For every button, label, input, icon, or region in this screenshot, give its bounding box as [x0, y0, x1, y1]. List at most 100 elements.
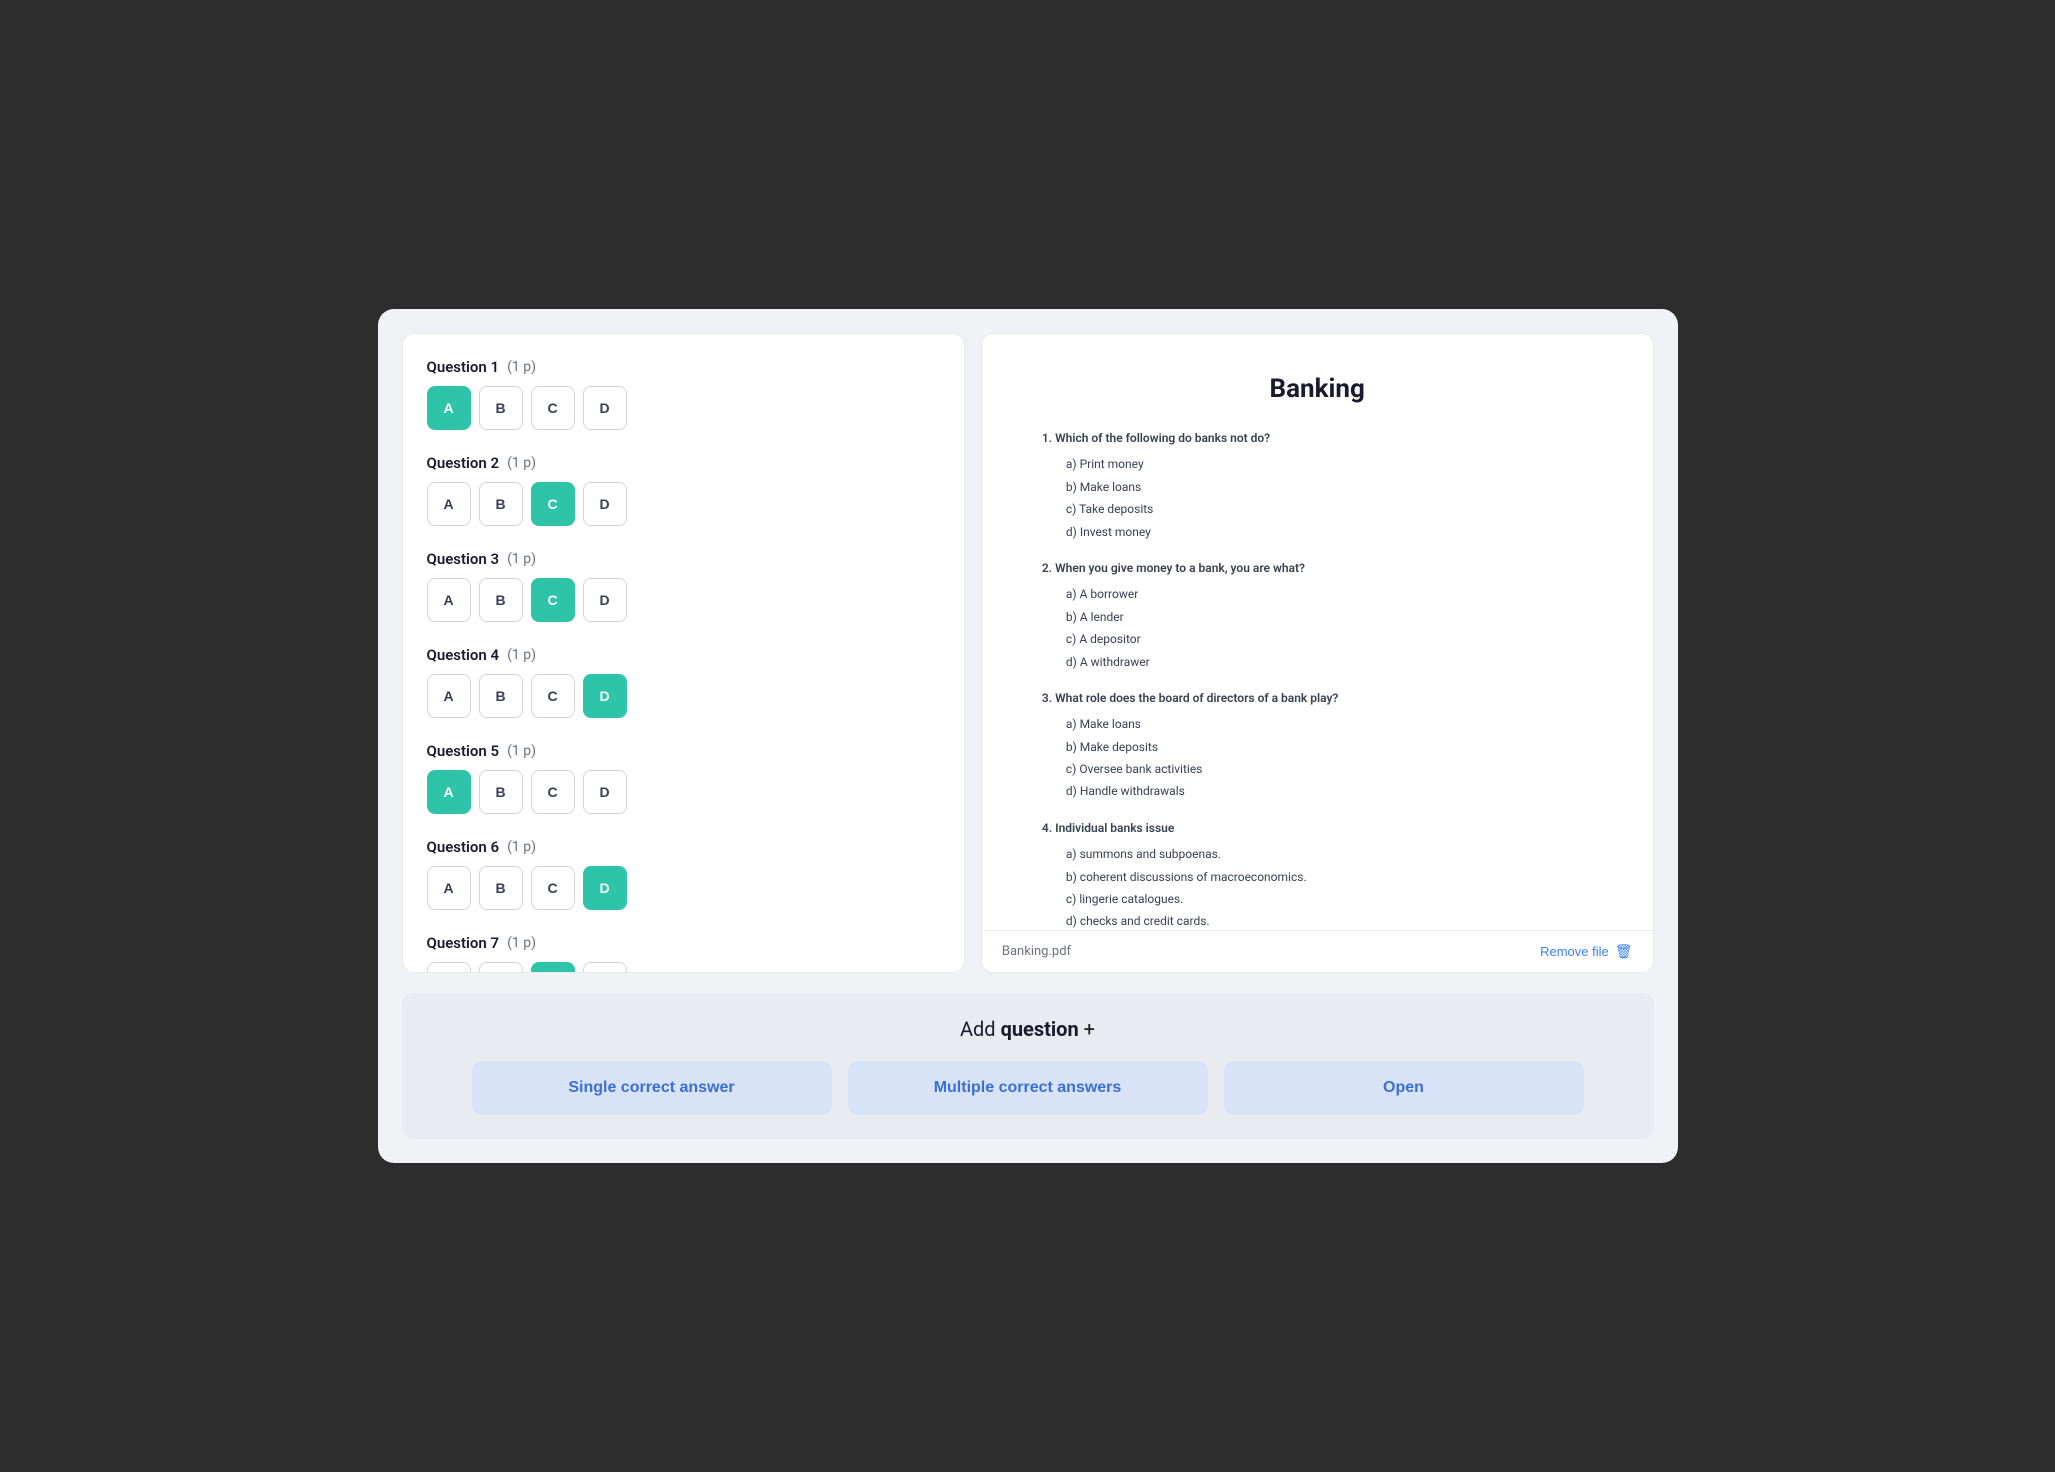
left-panel: Question 1(1 p)ABCDQuestion 2(1 p)ABCDQu…	[402, 333, 965, 973]
option-btn-q6-c[interactable]: C	[531, 866, 575, 910]
single-correct-button[interactable]: Single correct answer	[472, 1061, 832, 1115]
question-header-4: Question 4 (1 p)	[427, 646, 940, 664]
pdf-q4-opt-1: a) summons and subpoenas.	[1066, 844, 1593, 864]
question-header-7: Question 7 (1 p)	[427, 934, 940, 952]
answer-options-6: ABCD	[427, 866, 940, 910]
pdf-q1-opt-4: d) Invest money	[1066, 522, 1593, 542]
option-btn-q7-c[interactable]: C	[531, 962, 575, 973]
pdf-question-3: 3. What role does the board of directors…	[1042, 688, 1593, 802]
option-btn-q2-b[interactable]: B	[479, 482, 523, 526]
option-btn-q1-c[interactable]: C	[531, 386, 575, 430]
pdf-q3-opt-1: a) Make loans	[1066, 714, 1593, 734]
question-label-5: Question 5	[427, 742, 500, 760]
question-row-7: Question 7 (1 p) ABCD	[427, 934, 940, 973]
pdf-question-1: 1. Which of the following do banks not d…	[1042, 428, 1593, 542]
answer-options-3: ABCD	[427, 578, 940, 622]
question-points-7: (1 p)	[507, 935, 536, 951]
option-btn-q5-c[interactable]: C	[531, 770, 575, 814]
pdf-q1-opt-2: b) Make loans	[1066, 477, 1593, 497]
questions-container: Question 1(1 p)ABCDQuestion 2(1 p)ABCDQu…	[427, 358, 940, 973]
question-row-6: Question 6 (1 p) ABCD	[427, 838, 940, 910]
right-panel: Banking 1. Which of the following do ban…	[981, 333, 1654, 973]
answer-options-2: ABCD	[427, 482, 940, 526]
pdf-q4-opt-2: b) coherent discussions of macroeconomic…	[1066, 867, 1593, 887]
app-container: Question 1(1 p)ABCDQuestion 2(1 p)ABCDQu…	[378, 309, 1678, 1163]
option-btn-q2-d[interactable]: D	[583, 482, 627, 526]
multiple-correct-button[interactable]: Multiple correct answers	[848, 1061, 1208, 1115]
option-btn-q6-b[interactable]: B	[479, 866, 523, 910]
option-btn-q4-a[interactable]: A	[427, 674, 471, 718]
question-row-1: Question 1 (1 p) ABCD	[427, 358, 940, 430]
question-label-7: Question 7	[427, 934, 500, 952]
question-points-1: (1 p)	[507, 359, 536, 375]
option-btn-q3-a[interactable]: A	[427, 578, 471, 622]
pdf-q1-opt-1: a) Print money	[1066, 454, 1593, 474]
option-btn-q1-a[interactable]: A	[427, 386, 471, 430]
option-btn-q5-b[interactable]: B	[479, 770, 523, 814]
main-content: Question 1(1 p)ABCDQuestion 2(1 p)ABCDQu…	[402, 333, 1654, 973]
pdf-q4-opt-3: c) lingerie catalogues.	[1066, 889, 1593, 909]
question-row-5: Question 5 (1 p) ABCD	[427, 742, 940, 814]
pdf-q2-opt-3: c) A depositor	[1066, 629, 1593, 649]
option-btn-q4-b[interactable]: B	[479, 674, 523, 718]
question-points-5: (1 p)	[507, 743, 536, 759]
question-row-4: Question 4 (1 p) ABCD	[427, 646, 940, 718]
add-question-header: Add question +	[434, 1017, 1622, 1041]
pdf-q3-opt-4: d) Handle withdrawals	[1066, 781, 1593, 801]
pdf-q3-opt-2: b) Make deposits	[1066, 737, 1593, 757]
pdf-footer: Banking.pdf Remove file 🗑	[982, 930, 1653, 972]
option-btn-q1-d[interactable]: D	[583, 386, 627, 430]
pdf-viewer: Banking 1. Which of the following do ban…	[982, 334, 1653, 930]
question-header-1: Question 1 (1 p)	[427, 358, 940, 376]
question-points-3: (1 p)	[507, 551, 536, 567]
pdf-title: Banking	[1042, 374, 1593, 404]
open-button[interactable]: Open	[1224, 1061, 1584, 1115]
remove-file-button[interactable]: Remove file 🗑	[1540, 943, 1632, 960]
option-btn-q5-d[interactable]: D	[583, 770, 627, 814]
option-btn-q1-b[interactable]: B	[479, 386, 523, 430]
option-btn-q5-a[interactable]: A	[427, 770, 471, 814]
pdf-q2-opt-4: d) A withdrawer	[1066, 652, 1593, 672]
question-label-1: Question 1	[427, 358, 500, 376]
option-btn-q3-b[interactable]: B	[479, 578, 523, 622]
question-row-3: Question 3 (1 p) ABCD	[427, 550, 940, 622]
question-type-buttons: Single correct answer Multiple correct a…	[434, 1061, 1622, 1115]
pdf-q4-opt-4: d) checks and credit cards.	[1066, 911, 1593, 930]
question-points-4: (1 p)	[507, 647, 536, 663]
question-header-5: Question 5 (1 p)	[427, 742, 940, 760]
pdf-q3-opt-3: c) Oversee bank activities	[1066, 759, 1593, 779]
pdf-content: 1. Which of the following do banks not d…	[1042, 428, 1593, 930]
question-label-2: Question 2	[427, 454, 500, 472]
option-btn-q3-d[interactable]: D	[583, 578, 627, 622]
option-btn-q7-a[interactable]: A	[427, 962, 471, 973]
question-label-4: Question 4	[427, 646, 500, 664]
option-btn-q6-d[interactable]: D	[583, 866, 627, 910]
pdf-question-2: 2. When you give money to a bank, you ar…	[1042, 558, 1593, 672]
question-points-6: (1 p)	[507, 839, 536, 855]
question-header-6: Question 6 (1 p)	[427, 838, 940, 856]
question-points-2: (1 p)	[507, 455, 536, 471]
question-header-2: Question 2 (1 p)	[427, 454, 940, 472]
option-btn-q3-c[interactable]: C	[531, 578, 575, 622]
answer-options-4: ABCD	[427, 674, 940, 718]
pdf-filename: Banking.pdf	[1002, 944, 1071, 959]
option-btn-q2-c[interactable]: C	[531, 482, 575, 526]
answer-options-7: ABCD	[427, 962, 940, 973]
bottom-section: Add question + Single correct answer Mul…	[402, 993, 1654, 1139]
option-btn-q2-a[interactable]: A	[427, 482, 471, 526]
answer-options-1: ABCD	[427, 386, 940, 430]
remove-file-label: Remove file	[1540, 944, 1609, 959]
question-label-6: Question 6	[427, 838, 500, 856]
option-btn-q7-d[interactable]: D	[583, 962, 627, 973]
pdf-question-4: 4. Individual banks issuea) summons and …	[1042, 818, 1593, 930]
question-header-3: Question 3 (1 p)	[427, 550, 940, 568]
pdf-q2-opt-1: a) A borrower	[1066, 584, 1593, 604]
pdf-q1-opt-3: c) Take deposits	[1066, 499, 1593, 519]
option-btn-q7-b[interactable]: B	[479, 962, 523, 973]
option-btn-q6-a[interactable]: A	[427, 866, 471, 910]
trash-icon: 🗑	[1615, 943, 1633, 960]
pdf-q2-opt-2: b) A lender	[1066, 607, 1593, 627]
option-btn-q4-d[interactable]: D	[583, 674, 627, 718]
option-btn-q4-c[interactable]: C	[531, 674, 575, 718]
question-label-3: Question 3	[427, 550, 500, 568]
